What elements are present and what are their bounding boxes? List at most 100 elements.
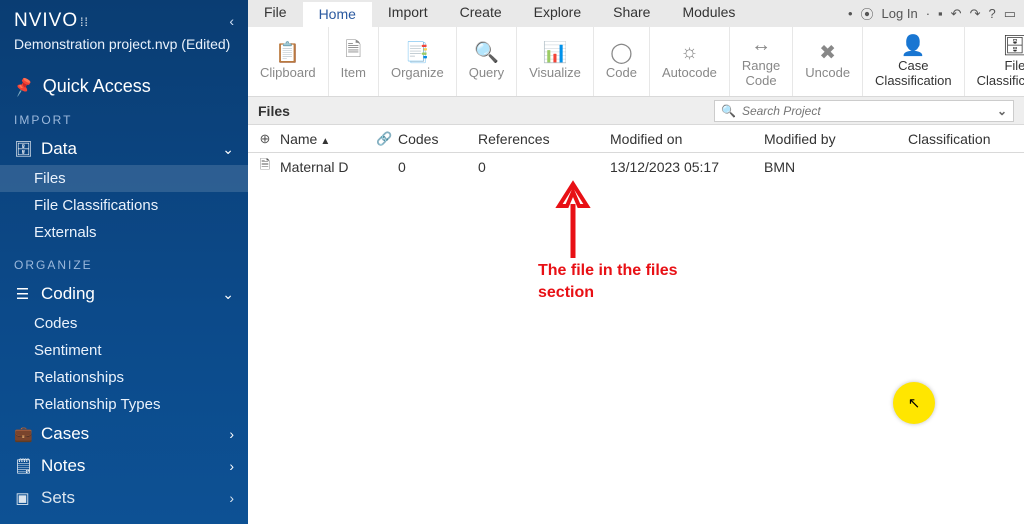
undo-icon[interactable]: ↶ <box>951 6 962 22</box>
nav-group-coding[interactable]: ☰ Coding ⌄ <box>0 278 248 310</box>
col-header-classification[interactable]: Classification <box>904 131 1024 147</box>
ribbon-case-classification[interactable]: 👤Case Classification <box>863 27 965 96</box>
nav-group-notes[interactable]: 🗒 Notes › <box>0 450 248 482</box>
list-icon: ☰ <box>14 285 31 303</box>
panel-title: Files <box>258 103 290 119</box>
cell-modified-on: 13/12/2023 05:17 <box>606 159 760 175</box>
sidebar-item-file-classifications[interactable]: File Classifications <box>0 192 248 219</box>
ribbon-visualize[interactable]: 📊Visualize <box>517 27 594 96</box>
tab-file[interactable]: File <box>248 0 303 27</box>
title-bar-icons: • ⦿ Log In · ▪ ↶ ↷ ? ▭ <box>848 0 1024 27</box>
brand-text: NVIVO <box>14 10 78 31</box>
help-icon[interactable]: ? <box>988 6 995 21</box>
panel-header: Files 🔍 ⌄ <box>248 97 1024 125</box>
cell-modified-by: BMN <box>760 159 904 175</box>
ribbon-uncode[interactable]: ✖Uncode <box>793 27 863 96</box>
ribbon-autocode[interactable]: ☼Autocode <box>650 27 730 96</box>
quick-access-label: Quick Access <box>43 76 151 97</box>
ribbon-range-code[interactable]: ↔Range Code <box>730 27 793 96</box>
col-header-name[interactable]: Name▲ <box>276 131 372 147</box>
item-icon: 🗎 <box>345 40 361 64</box>
chevron-right-icon: › <box>229 426 234 442</box>
link-icon[interactable]: 🔗 <box>372 131 394 147</box>
nav-group-coding-label: Coding <box>41 284 95 304</box>
col-header-modified-on[interactable]: Modified on <box>606 131 760 147</box>
nav-group-data-label: Data <box>41 139 77 159</box>
case-classification-icon: 👤 <box>901 33 926 57</box>
tab-modules[interactable]: Modules <box>666 0 751 27</box>
search-options-icon[interactable]: ⌄ <box>997 104 1007 118</box>
separator-icon: · <box>926 6 930 21</box>
tab-explore[interactable]: Explore <box>518 0 597 27</box>
notes-icon: 🗒 <box>14 457 31 475</box>
ribbon-toolbar: 📋Clipboard 🗎Item 📑Organize 🔍Query 📊Visua… <box>248 27 1024 97</box>
cell-references: 0 <box>474 159 606 175</box>
file-classification-icon: 🗄 <box>1002 33 1024 57</box>
col-header-modified-by[interactable]: Modified by <box>760 131 904 147</box>
sidebar-item-relationships[interactable]: Relationships <box>0 364 248 391</box>
menu-tab-bar: File Home Import Create Explore Share Mo… <box>248 0 1024 27</box>
search-icon: 🔍 <box>721 104 736 118</box>
cloud-icon[interactable]: • <box>848 6 853 21</box>
collapse-sidebar-icon[interactable]: ‹ <box>229 13 234 29</box>
sets-icon: ▣ <box>14 489 31 507</box>
sidebar-item-files[interactable]: Files <box>0 165 248 192</box>
col-header-codes[interactable]: Codes <box>394 131 474 147</box>
database-icon: 🗄 <box>14 140 31 158</box>
tab-share[interactable]: Share <box>597 0 666 27</box>
nav-group-data[interactable]: 🗄 Data ⌄ <box>0 133 248 165</box>
expand-all-icon[interactable]: ⊕ <box>254 131 276 147</box>
main-area: File Home Import Create Explore Share Mo… <box>248 0 1024 524</box>
app-brand: NVIVO⁞⁞ <box>14 10 89 32</box>
ribbon-query[interactable]: 🔍Query <box>457 27 517 96</box>
ribbon-file-classification[interactable]: 🗄File Classification <box>965 27 1024 96</box>
tab-home[interactable]: Home <box>303 0 372 27</box>
autocode-icon: ☼ <box>680 40 698 64</box>
save-icon[interactable]: ▪ <box>938 6 943 21</box>
sidebar-item-sentiment[interactable]: Sentiment <box>0 337 248 364</box>
login-button[interactable]: Log In <box>882 6 918 21</box>
annotation-arrow-icon <box>553 180 593 260</box>
section-caption-import: IMPORT <box>0 113 248 133</box>
cell-name: Maternal D <box>276 159 372 175</box>
nav-group-sets-label: Sets <box>41 488 75 508</box>
chevron-right-icon: › <box>229 490 234 506</box>
brand-suffix-icon: ⁞⁞ <box>80 15 89 29</box>
project-name: Demonstration project.nvp (Edited) <box>0 36 248 66</box>
range-code-icon: ↔ <box>751 33 771 57</box>
table-row[interactable]: 🗎 Maternal D 0 0 13/12/2023 05:17 BMN <box>248 153 1024 181</box>
sidebar-item-externals[interactable]: Externals <box>0 219 248 246</box>
nav-group-notes-label: Notes <box>41 456 85 476</box>
ribbon-item[interactable]: 🗎Item <box>329 27 379 96</box>
sort-asc-icon: ▲ <box>320 136 330 147</box>
briefcase-icon: 💼 <box>14 425 31 443</box>
ribbon-code[interactable]: ◯Code <box>594 27 650 96</box>
search-input[interactable] <box>742 104 997 118</box>
organize-icon: 📑 <box>405 40 430 64</box>
sidebar: NVIVO⁞⁞ ‹ Demonstration project.nvp (Edi… <box>0 0 248 524</box>
chevron-down-icon: ⌄ <box>222 286 234 303</box>
code-icon: ◯ <box>610 40 632 64</box>
pin-icon: 📌 <box>12 75 35 97</box>
ribbon-organize[interactable]: 📑Organize <box>379 27 457 96</box>
table-header: ⊕ Name▲ 🔗 Codes References Modified on M… <box>248 125 1024 153</box>
col-header-references[interactable]: References <box>474 131 606 147</box>
ribbon-clipboard[interactable]: 📋Clipboard <box>248 27 329 96</box>
nav-group-cases[interactable]: 💼Cases › <box>0 418 248 450</box>
query-icon: 🔍 <box>474 40 499 64</box>
quick-access-button[interactable]: 📌 Quick Access <box>0 66 248 113</box>
nav-group-sets[interactable]: ▣ Sets › <box>0 482 248 514</box>
maximize-icon[interactable]: ▭ <box>1004 6 1016 22</box>
sidebar-item-codes[interactable]: Codes <box>0 310 248 337</box>
user-icon[interactable]: ⦿ <box>861 4 874 23</box>
section-caption-organize: ORGANIZE <box>0 258 248 278</box>
annotation-text: The file in the files section <box>538 260 678 305</box>
file-icon: 🗎 <box>254 156 276 178</box>
chevron-right-icon: › <box>229 458 234 474</box>
sidebar-item-relationship-types[interactable]: Relationship Types <box>0 391 248 418</box>
chevron-down-icon: ⌄ <box>222 141 234 158</box>
search-box[interactable]: 🔍 ⌄ <box>714 100 1014 122</box>
tab-create[interactable]: Create <box>444 0 518 27</box>
tab-import[interactable]: Import <box>372 0 444 27</box>
redo-icon[interactable]: ↷ <box>970 6 981 22</box>
